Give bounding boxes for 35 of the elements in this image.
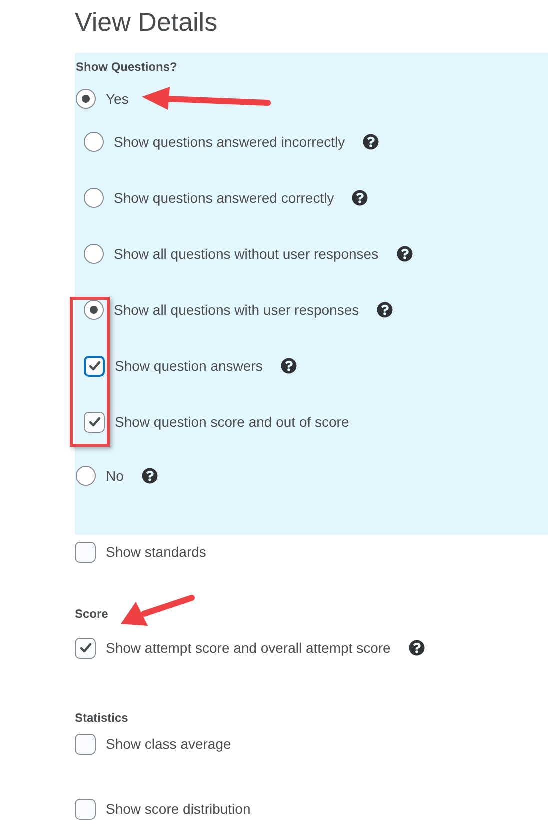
- help-icon[interactable]: [280, 358, 297, 374]
- checkbox[interactable]: [84, 356, 105, 376]
- help-icon[interactable]: [352, 190, 368, 206]
- help-icon[interactable]: [408, 640, 425, 656]
- help-icon[interactable]: [142, 468, 158, 484]
- checkbox[interactable]: [75, 734, 96, 754]
- section-heading: Show Questions?: [75, 59, 178, 75]
- option-label: Show score distribution: [106, 800, 251, 818]
- help-icon[interactable]: [396, 246, 413, 262]
- radio-button[interactable]: [84, 188, 104, 208]
- page-title: View Details: [74, 6, 219, 38]
- radio-button[interactable]: [76, 466, 96, 486]
- section-heading: Statistics: [75, 710, 130, 726]
- option-label: Show all questions with user responses: [114, 300, 360, 320]
- section-heading: Score: [75, 606, 110, 622]
- option-label: No: [106, 466, 124, 486]
- option-label: Show all questions without user responses: [114, 244, 379, 264]
- help-icon[interactable]: [363, 134, 380, 150]
- option-label: Show class average: [106, 734, 232, 754]
- checkbox[interactable]: [75, 542, 96, 562]
- checkbox[interactable]: [75, 638, 96, 658]
- radio-button[interactable]: [76, 89, 96, 109]
- radio-button[interactable]: [84, 300, 104, 320]
- help-icon[interactable]: [377, 302, 394, 318]
- option-label: Yes: [106, 90, 129, 108]
- option-label: Show attempt score and overall attempt score: [106, 638, 391, 658]
- option-label: Show question answers: [115, 356, 263, 376]
- option-label: Show question score and out of score: [115, 412, 350, 432]
- checkbox[interactable]: [84, 412, 105, 432]
- radio-button[interactable]: [84, 132, 104, 152]
- option-label: Show questions answered correctly: [114, 188, 334, 208]
- checkbox[interactable]: [75, 798, 96, 820]
- option-label: Show questions answered incorrectly: [114, 132, 346, 152]
- radio-button[interactable]: [84, 244, 104, 264]
- option-label: Show standards: [106, 542, 206, 562]
